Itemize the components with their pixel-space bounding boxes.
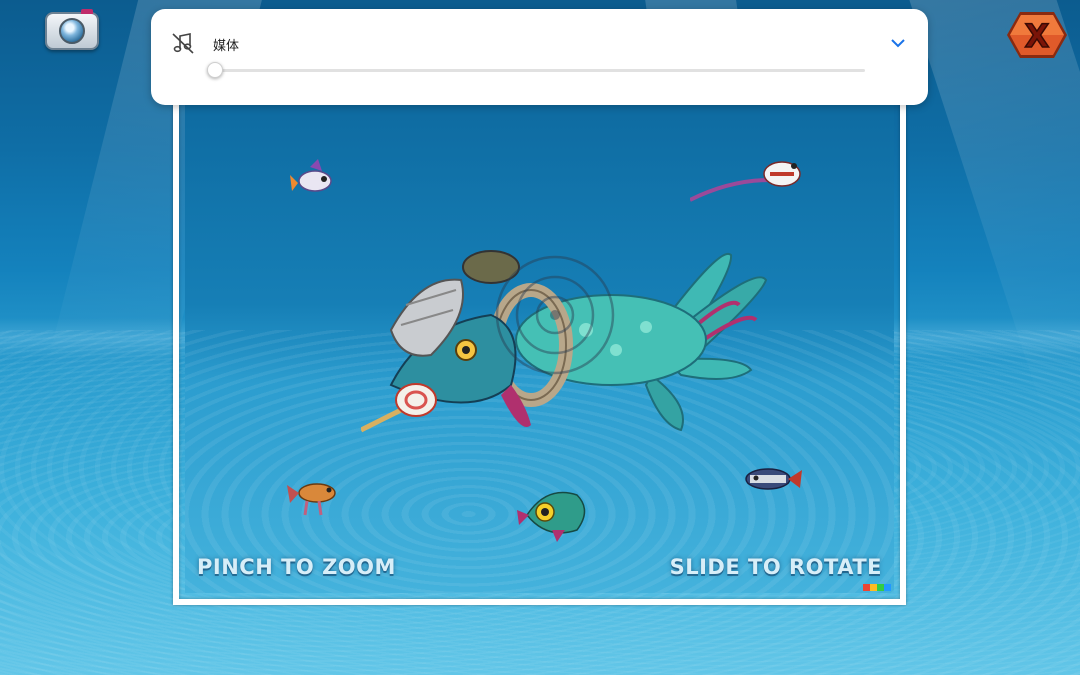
slider-thumb[interactable] bbox=[207, 62, 223, 78]
creature-viewer[interactable]: PINCH TO ZOOM SLIDE TO ROTATE bbox=[185, 95, 894, 593]
close-icon: X bbox=[1007, 12, 1067, 58]
chevron-down-icon[interactable] bbox=[890, 35, 906, 51]
creature-small-bottom-left[interactable] bbox=[287, 473, 342, 518]
target-reticle-icon bbox=[495, 255, 615, 375]
camera-icon bbox=[59, 18, 85, 44]
camera-button[interactable] bbox=[45, 9, 99, 50]
creature-small-top-left[interactable] bbox=[290, 157, 340, 202]
media-volume-slider[interactable] bbox=[207, 62, 865, 78]
rating-badge bbox=[863, 584, 891, 591]
photo-frame: PINCH TO ZOOM SLIDE TO ROTATE bbox=[173, 95, 906, 605]
creature-small-top-right[interactable] bbox=[690, 150, 810, 205]
creature-small-bottom-center[interactable] bbox=[517, 480, 597, 545]
slide-to-rotate-hint: SLIDE TO ROTATE bbox=[669, 555, 882, 579]
close-button[interactable]: X bbox=[1006, 10, 1068, 60]
media-label: 媒体 bbox=[213, 39, 240, 54]
game-scene[interactable]: X PINCH TO ZOOM SLIDE TO ROTATE 媒体 bbox=[0, 0, 1080, 675]
pinch-to-zoom-hint: PINCH TO ZOOM bbox=[197, 555, 396, 579]
media-volume-panel: 媒体 bbox=[151, 9, 928, 105]
music-off-icon[interactable] bbox=[171, 31, 195, 55]
creature-small-bottom-right[interactable] bbox=[740, 460, 802, 498]
camera-flash bbox=[81, 9, 93, 14]
close-label: X bbox=[1025, 17, 1050, 55]
